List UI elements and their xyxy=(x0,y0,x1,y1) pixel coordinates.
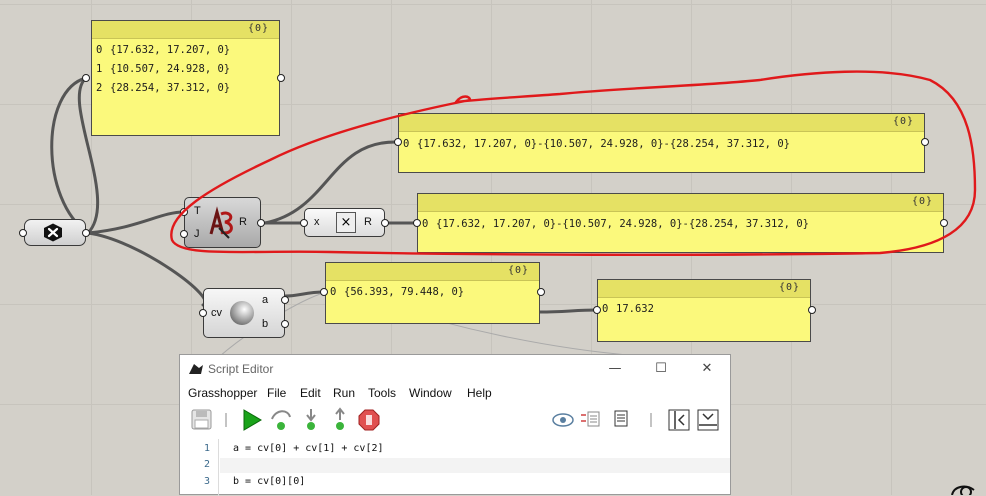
close-button[interactable]: ✕ xyxy=(697,360,717,378)
menu-grasshopper[interactable]: Grasshopper xyxy=(188,386,257,400)
dock-left-icon[interactable] xyxy=(668,409,690,431)
panel-row: 0 {56.393, 79.448, 0} xyxy=(330,286,465,298)
multiply-icon: × xyxy=(336,212,356,233)
code-line[interactable]: a = cv[0] + cv[1] + cv[2] xyxy=(233,443,384,454)
script-editor-window[interactable]: Script Editor — ☐ ✕ Grasshopper File Edi… xyxy=(179,354,731,496)
code-editor[interactable]: 1 a = cv[0] + cv[1] + cv[2] 2 3 b = cv[0… xyxy=(180,439,730,496)
panel-input-grip[interactable] xyxy=(413,219,421,227)
panel-output-grip[interactable] xyxy=(921,138,929,146)
cursor-icon xyxy=(951,485,975,495)
menu-file[interactable]: File xyxy=(267,386,286,400)
output-b-label: b xyxy=(262,318,269,330)
panel-multiply-result[interactable]: {0} 0 {17.632, 17.207, 0}-{10.507, 24.928… xyxy=(417,193,944,253)
panel-row: 1 {10.507, 24.928, 0} xyxy=(96,63,231,75)
python-icon xyxy=(230,301,254,325)
step-into-icon[interactable] xyxy=(306,409,316,430)
panel-row: 0 {17.632, 17.207, 0}-{10.507, 24.928, 0}… xyxy=(422,218,809,230)
multiply-input-grip[interactable] xyxy=(300,219,308,227)
panel-script-b[interactable]: {0} 0 17.632 xyxy=(597,279,811,342)
output-r-label: R xyxy=(364,216,372,228)
panel-tree-result[interactable]: {0} 0 {17.632, 17.207, 0}-{10.507, 24.928… xyxy=(398,113,925,173)
tree-input-t-grip[interactable] xyxy=(180,208,188,216)
panel-index-tag: {0} xyxy=(892,116,914,127)
panel-input-grip[interactable] xyxy=(320,288,328,296)
panel-index-tag: {0} xyxy=(507,265,529,276)
input-j-label: J xyxy=(194,228,200,240)
toolbar xyxy=(180,405,730,435)
panel-input-grip[interactable] xyxy=(593,306,601,314)
dock-bottom-icon[interactable] xyxy=(697,409,719,431)
minimize-button[interactable]: — xyxy=(605,360,625,378)
script-input-grip[interactable] xyxy=(199,309,207,317)
param-input-grip[interactable] xyxy=(19,229,27,237)
current-line-highlight xyxy=(220,458,730,473)
maximize-button[interactable]: ☐ xyxy=(651,360,671,378)
panel-output-grip[interactable] xyxy=(537,288,545,296)
title-bar[interactable]: Script Editor — ☐ ✕ xyxy=(180,355,730,383)
multiply-component[interactable]: x × R xyxy=(304,208,385,237)
watch-icon[interactable] xyxy=(552,413,574,427)
input-x-label: x xyxy=(314,216,320,228)
code-line[interactable]: b = cv[0][0] xyxy=(233,476,305,487)
panel-output-grip[interactable] xyxy=(940,219,948,227)
debug-list-icon[interactable] xyxy=(581,411,600,427)
menu-tools[interactable]: Tools xyxy=(368,386,396,400)
stop-icon[interactable] xyxy=(358,409,380,431)
panel-script-a[interactable]: {0} 0 {56.393, 79.448, 0} xyxy=(325,262,540,324)
menu-edit[interactable]: Edit xyxy=(300,386,321,400)
tree-icon xyxy=(209,206,233,239)
line-number: 2 xyxy=(203,459,210,470)
window-title: Script Editor xyxy=(208,362,274,376)
line-number: 1 xyxy=(203,443,210,454)
run-icon[interactable] xyxy=(243,409,262,431)
panel-row: 0 17.632 xyxy=(602,303,654,315)
step-out-icon[interactable] xyxy=(335,407,345,430)
save-icon[interactable] xyxy=(191,409,212,430)
document-icon[interactable] xyxy=(614,410,628,427)
menu-bar: Grasshopper File Edit Run Tools Window H… xyxy=(180,384,730,404)
input-t-label: T xyxy=(194,205,201,217)
script-component[interactable]: cv a b xyxy=(203,288,285,338)
line-gutter-divider xyxy=(218,439,219,496)
menu-help[interactable]: Help xyxy=(467,386,492,400)
menu-run[interactable]: Run xyxy=(333,386,355,400)
panel-row: 2 {28.254, 37.312, 0} xyxy=(96,82,231,94)
output-a-label: a xyxy=(262,294,269,306)
script-output-a-grip[interactable] xyxy=(281,296,289,304)
tree-component[interactable]: T J R xyxy=(184,197,261,248)
panel-output-grip[interactable] xyxy=(277,74,285,82)
param-output-grip[interactable] xyxy=(82,229,90,237)
menu-window[interactable]: Window xyxy=(409,386,452,400)
multiply-output-grip[interactable] xyxy=(381,219,389,227)
panel-row: 0 {17.632, 17.207, 0} xyxy=(96,44,231,56)
step-over-icon[interactable] xyxy=(271,410,291,430)
input-cv-label: cv xyxy=(211,307,222,319)
tree-input-j-grip[interactable] xyxy=(180,230,188,238)
line-number: 3 xyxy=(203,476,210,487)
panel-index-tag: {0} xyxy=(911,196,933,207)
panel-input-grip[interactable] xyxy=(394,138,402,146)
script-output-b-grip[interactable] xyxy=(281,320,289,328)
panel-input-grip[interactable] xyxy=(82,74,90,82)
panel-row: 0 {17.632, 17.207, 0}-{10.507, 24.928, 0}… xyxy=(403,138,790,150)
panel-index-tag: {0} xyxy=(247,23,269,34)
tree-output-r-grip[interactable] xyxy=(257,219,265,227)
points-parameter[interactable] xyxy=(24,219,86,246)
panel-index-tag: {0} xyxy=(778,282,800,293)
panel-points[interactable]: {0} 0 {17.632, 17.207, 0} 1 {10.507, 24.92… xyxy=(91,20,280,136)
panel-output-grip[interactable] xyxy=(808,306,816,314)
grasshopper-logo-icon xyxy=(189,364,203,374)
